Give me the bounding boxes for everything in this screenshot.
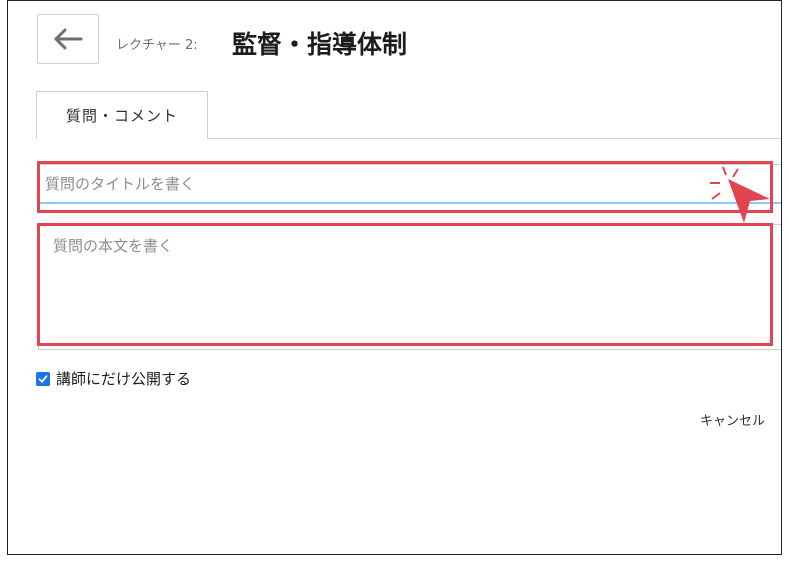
cancel-button[interactable]: キャンセル (700, 410, 765, 429)
arrow-left-icon (54, 28, 83, 50)
back-button[interactable] (37, 14, 99, 64)
question-title-input[interactable] (38, 164, 781, 204)
instructor-only-checkbox[interactable] (36, 371, 50, 386)
lecture-prefix: レクチャー 2: (116, 38, 198, 53)
checkmark-icon (38, 374, 48, 383)
instructor-only-label: 講師にだけ公開する (56, 370, 192, 388)
tab-questions-comments[interactable]: 質問・コメント (36, 91, 208, 139)
question-panel: レクチャー 2: 監督・指導体制 質問・コメント 講師にだけ公開する キャンセル (7, 0, 782, 555)
question-body-input[interactable] (38, 224, 781, 350)
instructor-only-checkbox-row[interactable]: 講師にだけ公開する (36, 368, 191, 389)
lecture-title: 監督・指導体制 (232, 30, 408, 59)
